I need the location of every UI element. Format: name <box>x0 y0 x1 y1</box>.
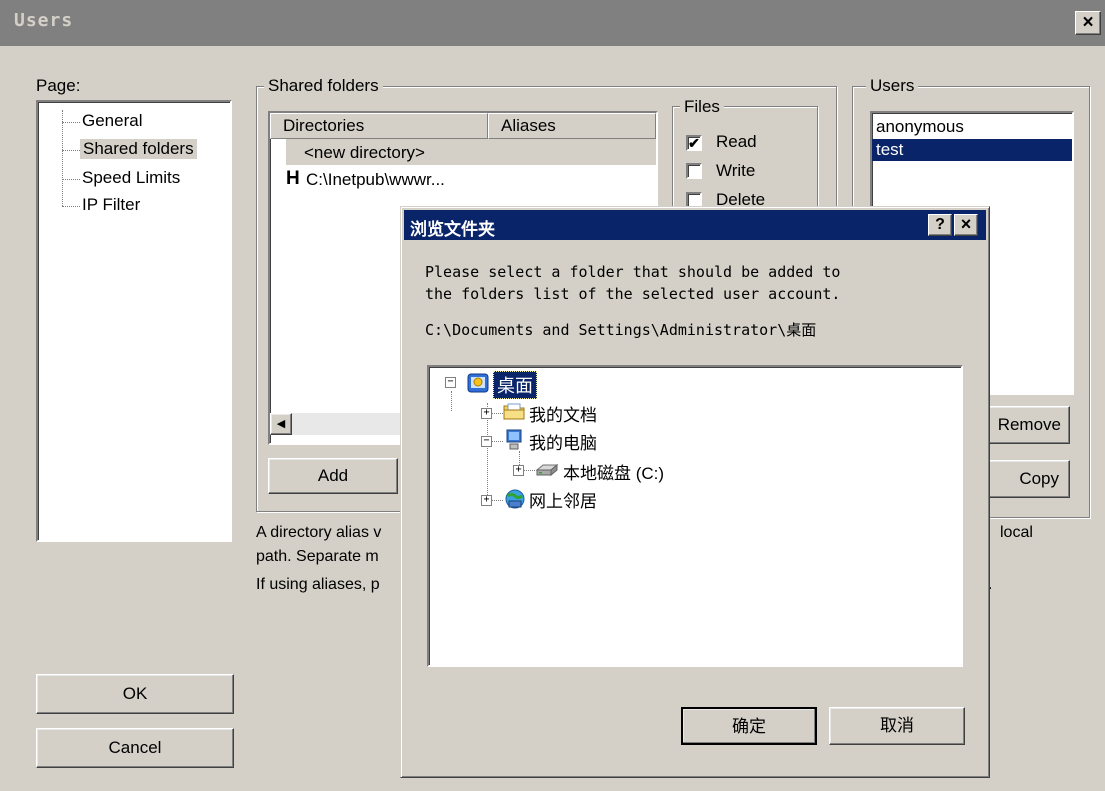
tree-connector <box>451 391 452 411</box>
tree-item-my-documents[interactable]: 我的文档 <box>529 401 597 426</box>
files-label: Files <box>680 97 724 117</box>
expand-icon[interactable]: + <box>481 495 492 506</box>
add-button[interactable]: Add <box>268 458 398 494</box>
network-icon <box>505 489 525 509</box>
column-header-directories[interactable]: Directories <box>270 113 488 139</box>
tree-connector <box>62 206 80 207</box>
help-button[interactable]: ? <box>928 214 952 236</box>
dialog-message-line1: Please select a folder that should be ad… <box>425 263 841 281</box>
table-row[interactable]: H C:\Inetpub\wwwr... <box>270 167 656 191</box>
computer-icon <box>506 429 522 450</box>
expand-icon[interactable]: + <box>513 465 524 476</box>
tree-connector <box>62 179 80 180</box>
collapse-icon[interactable]: − <box>445 377 456 388</box>
tree-connector <box>62 122 80 123</box>
page-item-general[interactable]: General <box>82 111 142 131</box>
user-item-anonymous[interactable]: anonymous <box>876 117 964 137</box>
help-text-line2: path. Separate m <box>256 548 379 565</box>
dialog-title: 浏览文件夹 <box>410 220 495 239</box>
drive-icon <box>535 463 559 477</box>
desktop-icon <box>467 373 489 393</box>
ok-button[interactable]: OK <box>36 674 234 714</box>
users-group-label: Users <box>866 76 919 96</box>
shared-folders-label: Shared folders <box>264 76 383 96</box>
write-checkbox[interactable] <box>686 163 702 179</box>
dialog-message-line2: the folders list of the selected user ac… <box>425 285 841 303</box>
collapse-icon[interactable]: − <box>481 436 492 447</box>
cancel-button[interactable]: Cancel <box>36 728 234 768</box>
user-item-test[interactable]: test <box>872 139 1072 161</box>
read-label[interactable]: Read <box>716 132 757 152</box>
tree-connector <box>62 110 63 206</box>
folder-icon <box>503 403 525 420</box>
page-item-ip-filter[interactable]: IP Filter <box>82 195 140 215</box>
page-item-speed-limits[interactable]: Speed Limits <box>82 168 180 188</box>
browse-folder-dialog: 浏览文件夹 ? × Please select a folder that sh… <box>400 206 990 778</box>
table-row-selected[interactable]: <new directory> <box>286 139 656 165</box>
row-directory: <new directory> <box>304 143 425 162</box>
column-header-aliases[interactable]: Aliases <box>488 113 656 139</box>
scroll-left-button[interactable]: ◀ <box>270 413 292 435</box>
dialog-ok-button[interactable]: 确定 <box>681 707 817 745</box>
write-label[interactable]: Write <box>716 161 755 181</box>
row-mark: H <box>286 168 300 189</box>
folder-tree[interactable]: − 桌面 + 我的文档 − 我的电脑 + 本地磁盘 (C:) + 网上邻居 <box>427 365 963 667</box>
dialog-close-button[interactable]: × <box>954 214 978 236</box>
dialog-titlebar: 浏览文件夹 ? × <box>404 210 986 240</box>
page-label: Page: <box>36 76 81 95</box>
read-checkbox[interactable]: ✔ <box>686 135 702 151</box>
help-text-line3: If using aliases, p <box>256 576 380 593</box>
tree-item-desktop[interactable]: 桌面 <box>493 371 537 399</box>
close-button[interactable]: × <box>1075 11 1101 35</box>
page-tree[interactable]: General Shared folders Speed Limits IP F… <box>36 100 232 542</box>
dialog-cancel-button[interactable]: 取消 <box>829 707 965 745</box>
user-item-test-label: test <box>876 140 904 159</box>
tree-item-local-disk[interactable]: 本地磁盘 (C:) <box>563 459 664 484</box>
window-title: Users <box>14 10 74 31</box>
window-titlebar: Users × <box>0 0 1105 46</box>
help-text-line1: A directory alias v <box>256 524 382 541</box>
expand-icon[interactable]: + <box>481 408 492 419</box>
help-text-line1-end: local <box>1000 524 1033 541</box>
tree-item-my-computer[interactable]: 我的电脑 <box>529 429 597 454</box>
row-directory: C:\Inetpub\wwwr... <box>306 170 445 189</box>
dialog-current-path: C:\Documents and Settings\Administrator\… <box>425 321 817 339</box>
tree-item-network[interactable]: 网上邻居 <box>529 487 597 512</box>
page-item-shared-folders[interactable]: Shared folders <box>80 139 197 159</box>
tree-connector <box>62 150 80 151</box>
